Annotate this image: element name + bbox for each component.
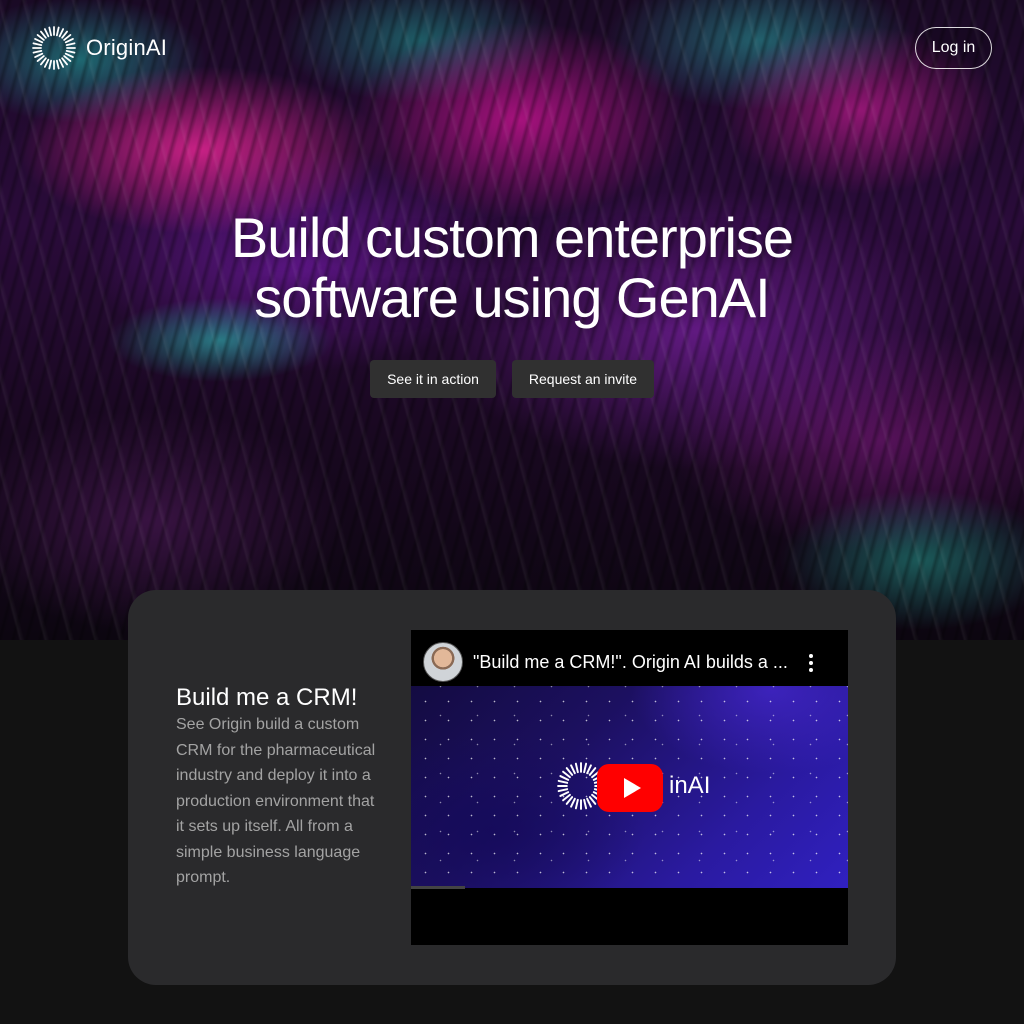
headline-line-2: software using GenAI xyxy=(254,266,770,329)
card-description: See Origin build a custom CRM for the ph… xyxy=(176,716,376,886)
video-logo-text: inAI xyxy=(669,772,711,799)
card-title: Build me a CRM! xyxy=(176,684,358,711)
channel-avatar[interactable] xyxy=(423,642,463,682)
video-progress-bar[interactable] xyxy=(411,886,465,889)
kebab-menu-icon[interactable] xyxy=(805,654,817,672)
login-button[interactable]: Log in xyxy=(915,27,992,69)
video-embed[interactable]: "Build me a CRM!". Origin AI builds a ..… xyxy=(411,630,848,945)
brand-name: OriginAI xyxy=(86,35,168,60)
video-header: "Build me a CRM!". Origin AI builds a ..… xyxy=(411,630,848,686)
hero-headline: Build custom enterprise software using G… xyxy=(0,208,1024,328)
video-title[interactable]: "Build me a CRM!". Origin AI builds a ..… xyxy=(473,652,793,673)
brand-logo[interactable]: OriginAI xyxy=(32,26,167,70)
feature-card: Build me a CRM! See Origin build a custo… xyxy=(128,590,896,985)
request-invite-button[interactable]: Request an invite xyxy=(512,360,654,398)
radial-burst-icon xyxy=(32,26,76,70)
youtube-play-icon[interactable] xyxy=(597,764,663,812)
see-it-in-action-button[interactable]: See it in action xyxy=(370,360,496,398)
headline-line-1: Build custom enterprise xyxy=(230,206,794,269)
